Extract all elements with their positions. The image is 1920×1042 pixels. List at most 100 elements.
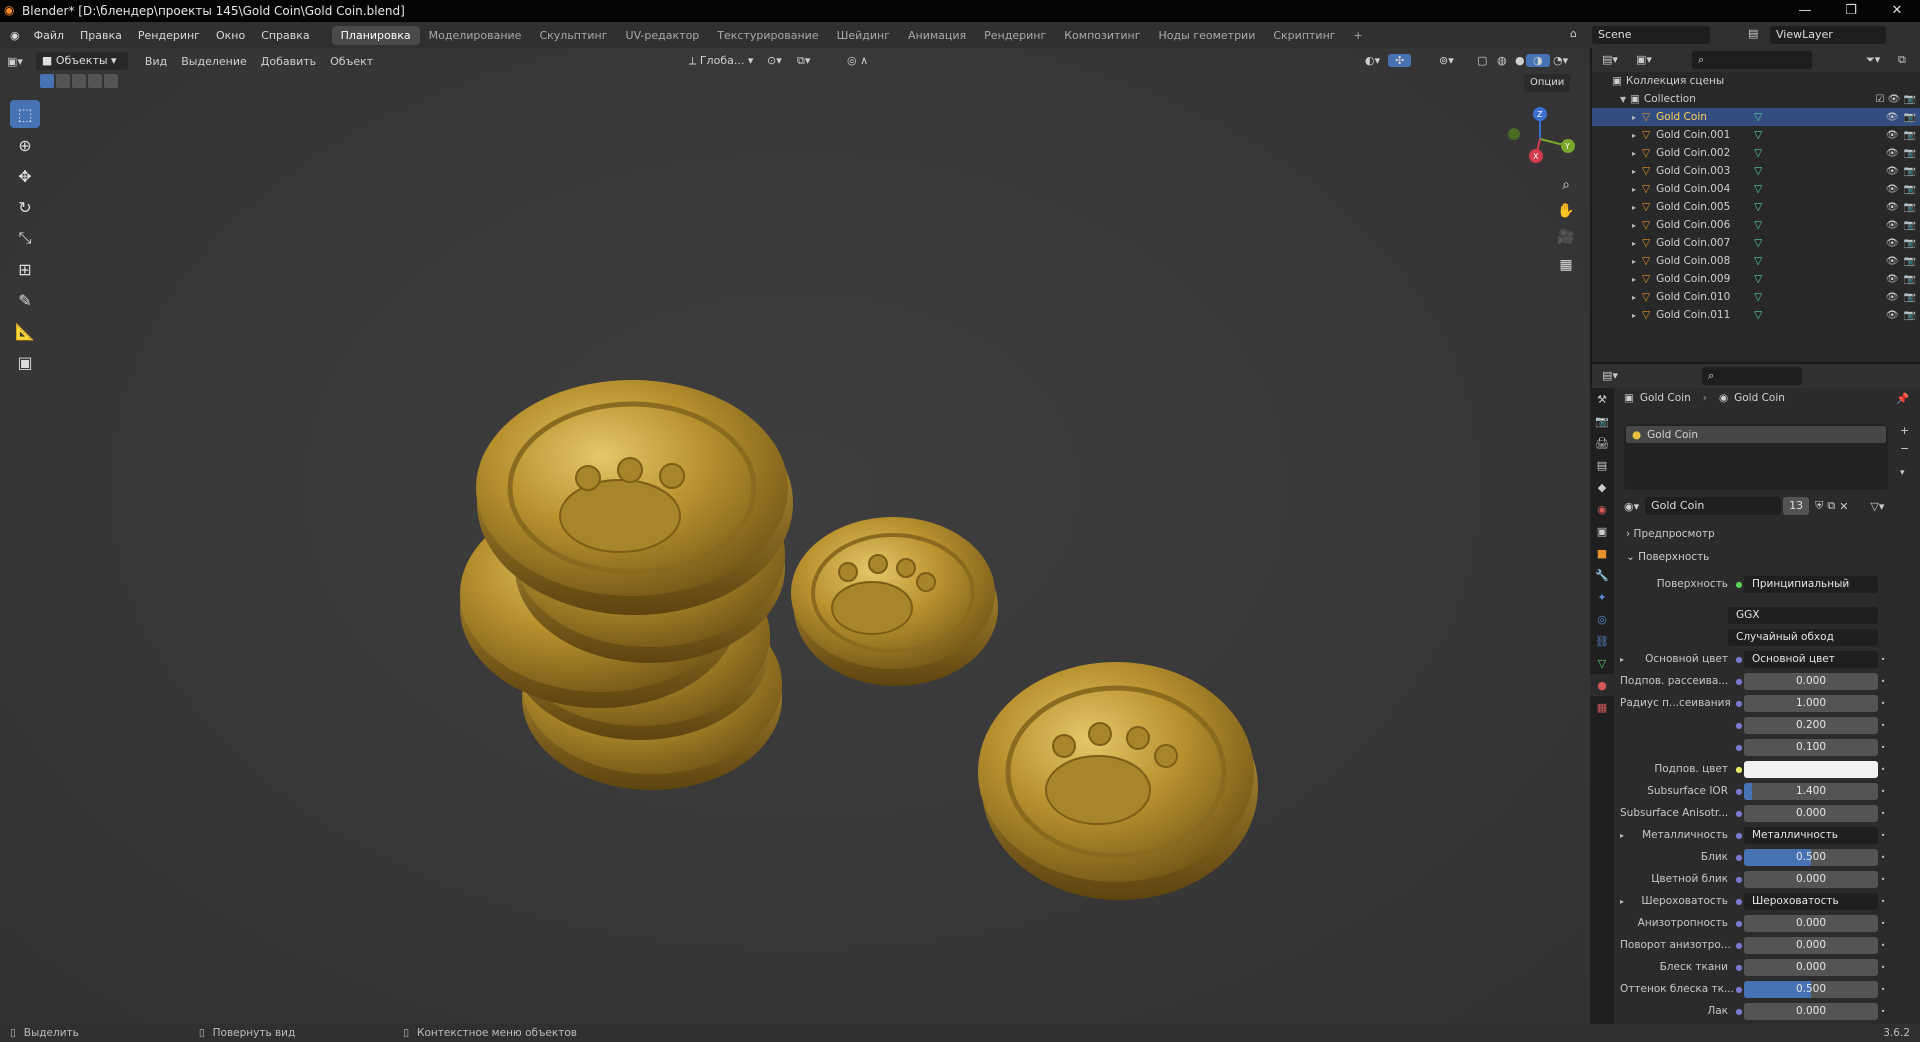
outliner-editor-icon[interactable]: ▤▾ bbox=[1602, 53, 1618, 66]
gizmo-toggle-icon[interactable]: ✣ bbox=[1388, 54, 1412, 67]
mesh-data-icon[interactable]: ▽ bbox=[1754, 165, 1762, 177]
add-workspace-button[interactable]: + bbox=[1345, 26, 1372, 45]
keyframe-dot-icon[interactable]: • bbox=[1878, 655, 1888, 664]
rotate-tool-icon[interactable]: ↻ bbox=[10, 193, 40, 221]
preview-panel-header[interactable]: › Предпросмотр bbox=[1626, 528, 1715, 540]
eye-icon[interactable]: 👁 bbox=[1886, 130, 1899, 141]
cursor-tool-icon[interactable]: ⊕ bbox=[10, 131, 40, 159]
expand-icon[interactable]: ▸ bbox=[1632, 275, 1642, 284]
surface-panel-header[interactable]: ⌄ Поверхность bbox=[1626, 551, 1709, 563]
number-field[interactable]: 0.000 bbox=[1744, 914, 1878, 932]
outliner-item[interactable]: ▸ ▽ Gold Coin.001 ▽ 👁 📷 bbox=[1592, 126, 1920, 144]
outliner-item[interactable]: ▸ ▽ Gold Coin.002 ▽ 👁 📷 bbox=[1592, 144, 1920, 162]
outliner-item[interactable]: ▸ ▽ Gold Coin.011 ▽ 👁 📷 bbox=[1592, 306, 1920, 324]
camera-icon[interactable]: 📷 bbox=[1904, 112, 1916, 123]
tab-layout[interactable]: Планировка bbox=[331, 25, 420, 45]
outliner-item[interactable]: ▸ ▽ Gold Coin.004 ▽ 👁 📷 bbox=[1592, 180, 1920, 198]
mode-select[interactable]: ■ Объекты ▾ bbox=[35, 52, 128, 70]
mesh-data-icon[interactable]: ▽ bbox=[1754, 273, 1762, 285]
socket-dot-icon[interactable]: ● bbox=[1734, 677, 1744, 686]
camera-icon[interactable]: 📷 bbox=[1904, 292, 1916, 303]
keyframe-dot-icon[interactable]: • bbox=[1878, 743, 1888, 752]
expand-icon[interactable]: ▸ bbox=[1632, 185, 1642, 194]
add-cube-tool-icon[interactable]: ▣ bbox=[10, 348, 40, 376]
eye-icon[interactable]: 👁 bbox=[1886, 184, 1899, 195]
tab-modeling[interactable]: Моделирование bbox=[420, 26, 531, 45]
overlay-toggle-icon[interactable]: ⊚▾ bbox=[1432, 54, 1461, 67]
socket-dot-icon[interactable]: ● bbox=[1734, 699, 1744, 708]
expand-icon[interactable]: ▸ bbox=[1632, 221, 1642, 230]
object-tab-icon[interactable]: ■ bbox=[1590, 542, 1614, 564]
camera-icon[interactable]: 📷 bbox=[1904, 220, 1916, 231]
perspective-toggle-icon[interactable]: ▦ bbox=[1555, 254, 1577, 276]
visibility-toggles[interactable]: 👁 📷 bbox=[1886, 256, 1916, 267]
camera-icon[interactable]: 📷 bbox=[1904, 166, 1916, 177]
close-button[interactable]: ✕ bbox=[1874, 0, 1920, 22]
socket-dot-icon[interactable]: ● bbox=[1734, 853, 1744, 862]
scale-tool-icon[interactable]: ⤡ bbox=[10, 224, 40, 252]
expand-icon[interactable]: ▸ bbox=[1632, 311, 1642, 320]
camera-view-icon[interactable]: 🎥 bbox=[1555, 226, 1577, 248]
number-field[interactable]: 0.000 bbox=[1744, 1002, 1878, 1020]
measure-tool-icon[interactable]: 📐 bbox=[10, 317, 40, 345]
tab-uv-editing[interactable]: UV-редактор bbox=[617, 26, 709, 45]
keyframe-dot-icon[interactable]: • bbox=[1878, 809, 1888, 818]
blender-menu-icon[interactable]: ◉ bbox=[10, 29, 20, 42]
socket-dot-icon[interactable]: ● bbox=[1734, 1007, 1744, 1016]
pin-icon[interactable]: 📌 bbox=[1896, 392, 1909, 405]
visibility-toggles[interactable]: 👁 📷 bbox=[1886, 184, 1916, 195]
select-intersect-icon[interactable] bbox=[104, 74, 118, 88]
outliner-item[interactable]: ▸ ▽ Gold Coin.005 ▽ 👁 📷 bbox=[1592, 198, 1920, 216]
mesh-data-icon[interactable]: ▽ bbox=[1754, 147, 1762, 159]
browse-material-icon[interactable]: ◉▾ bbox=[1624, 500, 1639, 513]
particles-tab-icon[interactable]: ✦ bbox=[1590, 586, 1614, 608]
visibility-icon[interactable]: ◐▾ bbox=[1358, 54, 1387, 67]
keyframe-dot-icon[interactable]: • bbox=[1878, 919, 1888, 928]
mesh-data-icon[interactable]: ▽ bbox=[1754, 291, 1762, 303]
collection-tab-icon[interactable]: ▣ bbox=[1590, 520, 1614, 542]
camera-icon[interactable]: 📷 bbox=[1904, 238, 1916, 249]
eye-icon[interactable]: 👁 bbox=[1886, 310, 1899, 321]
camera-icon[interactable]: 📷 bbox=[1904, 184, 1916, 195]
mesh-data-icon[interactable]: ▽ bbox=[1754, 255, 1762, 267]
data-tab-icon[interactable]: ▽ bbox=[1590, 652, 1614, 674]
pan-icon[interactable]: ✋ bbox=[1555, 200, 1577, 222]
transform-tool-icon[interactable]: ⊞ bbox=[10, 255, 40, 283]
visibility-toggles[interactable]: 👁 📷 bbox=[1886, 166, 1916, 177]
scene-icon[interactable]: ⌂ bbox=[1570, 27, 1577, 40]
linked-input-field[interactable]: Основной цвет bbox=[1744, 650, 1878, 668]
expand-icon[interactable]: ▸ bbox=[1632, 149, 1642, 158]
mesh-data-icon[interactable]: ▽ bbox=[1754, 219, 1762, 231]
keyframe-dot-icon[interactable]: • bbox=[1878, 1007, 1888, 1016]
visibility-toggles[interactable]: 👁 📷 bbox=[1886, 220, 1916, 231]
eye-icon[interactable]: 👁 bbox=[1886, 220, 1899, 231]
expand-icon[interactable]: ▸ bbox=[1620, 831, 1624, 840]
keyframe-dot-icon[interactable]: • bbox=[1878, 721, 1888, 730]
view-layer-field[interactable]: ViewLayer bbox=[1770, 26, 1886, 44]
menu-select[interactable]: Выделение bbox=[174, 55, 254, 68]
navigation-gizmo[interactable]: Z Y X bbox=[1500, 104, 1580, 174]
tool-tab-icon[interactable]: ⚒ bbox=[1590, 388, 1614, 410]
properties-editor-icon[interactable]: ▤▾ bbox=[1602, 369, 1618, 382]
output-tab-icon[interactable]: 🖨 bbox=[1590, 432, 1614, 454]
subsurface-method-select[interactable]: Случайный обход bbox=[1728, 628, 1878, 646]
mesh-data-icon[interactable]: ▽ bbox=[1754, 309, 1762, 321]
distribution-select[interactable]: GGX bbox=[1728, 606, 1878, 624]
add-slot-icon[interactable]: + bbox=[1900, 424, 1909, 437]
keyframe-dot-icon[interactable]: • bbox=[1878, 853, 1888, 862]
camera-icon[interactable]: 📷 bbox=[1904, 310, 1916, 321]
outliner-item[interactable]: ▸ ▽ Gold Coin.009 ▽ 👁 📷 bbox=[1592, 270, 1920, 288]
expand-icon[interactable]: ▸ bbox=[1632, 113, 1642, 122]
select-new-icon[interactable] bbox=[40, 74, 54, 88]
expand-icon[interactable]: ▸ bbox=[1632, 131, 1642, 140]
number-field[interactable]: 0.100 bbox=[1744, 738, 1878, 756]
keyframe-dot-icon[interactable]: • bbox=[1878, 787, 1888, 796]
camera-icon[interactable]: 📷 bbox=[1904, 256, 1916, 267]
number-field[interactable]: 0.000 bbox=[1744, 672, 1878, 690]
new-collection-icon[interactable]: ⧉ bbox=[1898, 53, 1906, 67]
tab-animation[interactable]: Анимация bbox=[899, 26, 975, 45]
visibility-toggles[interactable]: 👁 📷 bbox=[1886, 130, 1916, 141]
remove-slot-icon[interactable]: − bbox=[1900, 442, 1909, 455]
visibility-toggles[interactable]: 👁 📷 bbox=[1886, 310, 1916, 321]
select-extend-icon[interactable] bbox=[56, 74, 70, 88]
